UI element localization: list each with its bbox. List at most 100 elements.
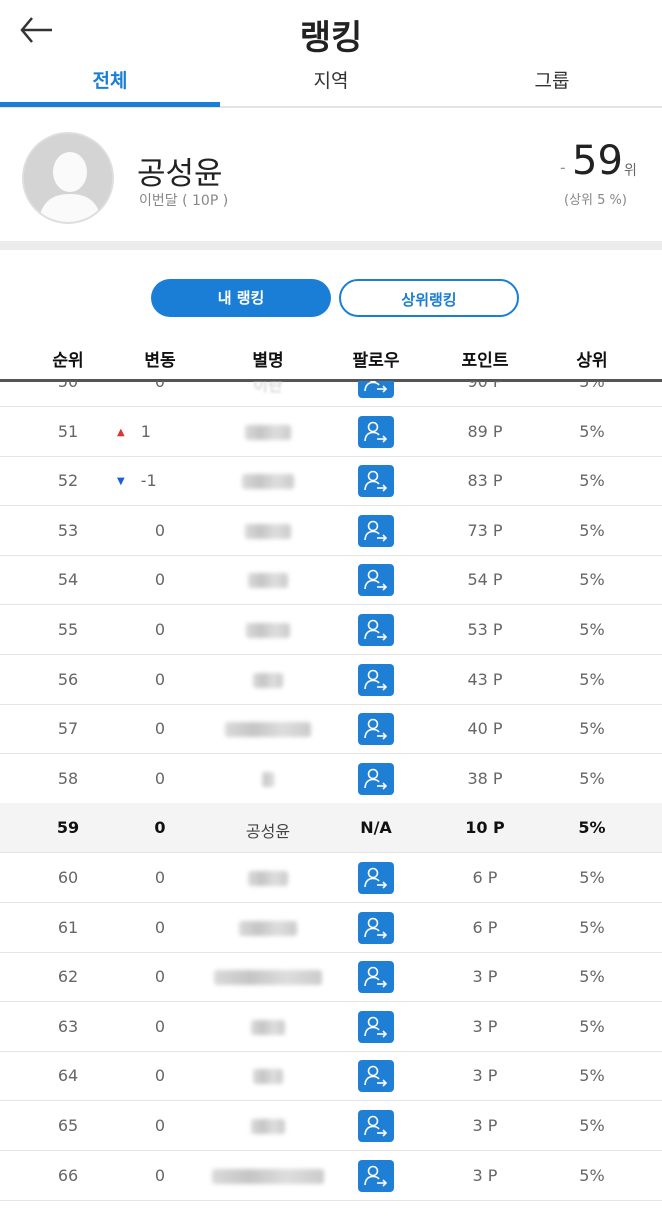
- row-points: 54 P: [467, 570, 503, 590]
- row-nickname-blurred: [225, 722, 311, 738]
- table-row[interactable]: 65 0 3 P 5%: [0, 1101, 662, 1151]
- follow-button[interactable]: [358, 911, 394, 944]
- row-rank: 65: [57, 1116, 79, 1135]
- table-row[interactable]: 58 0 38 P 5%: [0, 754, 662, 804]
- triangle-up-icon: ▲: [117, 426, 125, 438]
- row-change: 0: [154, 520, 166, 540]
- row-top: 5%: [579, 719, 605, 739]
- row-rank: 63: [57, 1016, 79, 1036]
- table-row[interactable]: 66 0 3 P 5%: [0, 1151, 662, 1201]
- ranking-list[interactable]: 50 0 이란 90 P 5% 51 ▲ 1 89 P 5% 52 ▼ -1 83 P 5% 53 0 73 P5…: [0, 381, 662, 1221]
- follow-button[interactable]: [358, 713, 394, 746]
- row-change: 0: [154, 967, 166, 987]
- follow-button[interactable]: [358, 1110, 394, 1142]
- table-row[interactable]: 52 ▼ -1 83 P 5%: [0, 456, 662, 507]
- tab-all[interactable]: 전체: [0, 66, 220, 93]
- follow-button[interactable]: [358, 415, 394, 448]
- row-nickname-blurred: [214, 970, 322, 986]
- follow-button[interactable]: [358, 762, 394, 795]
- row-rank: 66: [57, 1165, 79, 1185]
- table-row[interactable]: 61 0 6 P 5%: [0, 903, 662, 953]
- follow-user-icon: [364, 966, 388, 988]
- row-top: 5%: [579, 868, 605, 887]
- follow-button[interactable]: [358, 1010, 394, 1043]
- row-nickname-blurred: [246, 623, 290, 638]
- table-row[interactable]: 63 0 3 P 5%: [0, 1002, 662, 1052]
- follow-button[interactable]: [358, 614, 394, 646]
- row-top: 5%: [579, 967, 605, 987]
- row-change: ▲ 1: [117, 422, 151, 441]
- row-change: 0: [154, 768, 166, 788]
- tab-group[interactable]: 그룹: [442, 66, 662, 93]
- row-points: 3 P: [472, 1165, 498, 1185]
- row-change-value: -1: [140, 471, 157, 491]
- follow-button[interactable]: [358, 663, 394, 696]
- row-points: 3 P: [472, 967, 498, 987]
- follow-button[interactable]: [358, 1159, 394, 1192]
- row-top: 5%: [579, 520, 605, 540]
- table-row[interactable]: 56 0 43 P 5%: [0, 655, 662, 705]
- table-row-me[interactable]: 59 0 공성윤 N/A 10 P 5%: [0, 803, 662, 854]
- follow-user-icon: [364, 520, 388, 542]
- row-nickname-blurred: [251, 1119, 285, 1134]
- table-row[interactable]: 53 0 73 P 5%: [0, 506, 662, 556]
- follow-button[interactable]: [358, 564, 394, 597]
- row-change: 0: [154, 570, 166, 590]
- table-row[interactable]: 64 0 3 P 5%: [0, 1051, 662, 1102]
- follow-user-icon: [364, 470, 388, 492]
- row-top: 5%: [579, 669, 605, 689]
- row-rank: 51: [57, 421, 79, 441]
- profile-top-percent: (상위 5 %): [564, 193, 627, 208]
- row-points: 3 P: [472, 1066, 498, 1086]
- row-points: 3 P: [472, 1016, 498, 1036]
- row-points: 73 P: [467, 520, 503, 540]
- row-change: 0: [154, 719, 166, 739]
- row-change-value: 1: [140, 421, 151, 441]
- my-ranking-button[interactable]: 내 랭킹: [151, 279, 331, 317]
- row-top: 5%: [579, 917, 605, 937]
- row-rank: 54: [57, 570, 79, 590]
- row-change: 0: [154, 917, 166, 937]
- row-points: 53 P: [467, 620, 503, 639]
- top-ranking-button[interactable]: 상위랭킹: [339, 279, 519, 317]
- row-top: 5%: [579, 570, 605, 590]
- follow-button[interactable]: [358, 465, 394, 498]
- row-points: 43 P: [467, 669, 503, 689]
- follow-button[interactable]: [358, 514, 394, 547]
- section-divider: [0, 241, 662, 250]
- page-title: 랭킹: [299, 18, 363, 58]
- table-row[interactable]: 54 0 54 P 5%: [0, 555, 662, 606]
- table-row[interactable]: 62 0 3 P 5%: [0, 952, 662, 1003]
- row-points: 3 P: [472, 1116, 498, 1135]
- follow-button[interactable]: [358, 1060, 394, 1093]
- rank-unit: 위: [624, 163, 637, 179]
- profile-rank: 59: [572, 138, 623, 184]
- row-nickname-blurred: [242, 474, 294, 490]
- table-row[interactable]: 57 0 40 P 5%: [0, 704, 662, 755]
- row-points: 10 P: [465, 818, 505, 838]
- row-rank: 59: [56, 818, 80, 838]
- row-points: 40 P: [467, 719, 503, 739]
- row-top: 5%: [579, 421, 605, 441]
- tab-region[interactable]: 지역: [221, 66, 441, 93]
- row-points: 83 P: [467, 471, 503, 491]
- table-row[interactable]: 50 0 이란 90 P 5%: [0, 381, 662, 407]
- table-row[interactable]: 51 ▲ 1 89 P 5%: [0, 407, 662, 457]
- row-change: 0: [154, 1116, 166, 1135]
- row-change: 0: [154, 381, 166, 391]
- row-rank: 60: [57, 868, 79, 887]
- row-change: 0: [154, 1016, 166, 1036]
- row-nickname-blurred: [262, 771, 274, 787]
- triangle-down-icon: ▼: [117, 476, 125, 488]
- header-change: 변동: [144, 351, 176, 371]
- follow-button[interactable]: [358, 381, 394, 398]
- follow-user-icon: [364, 421, 388, 443]
- follow-user-icon: [364, 867, 388, 889]
- follow-user-icon: [364, 1016, 388, 1038]
- table-row[interactable]: 55 0 53 P 5%: [0, 605, 662, 655]
- table-header: 순위 변동 별명 팔로우 포인트 상위: [0, 340, 662, 382]
- follow-button[interactable]: [358, 961, 394, 994]
- table-row[interactable]: 60 0 6 P 5%: [0, 853, 662, 903]
- follow-button[interactable]: [358, 862, 394, 894]
- row-top: 5%: [579, 1066, 605, 1086]
